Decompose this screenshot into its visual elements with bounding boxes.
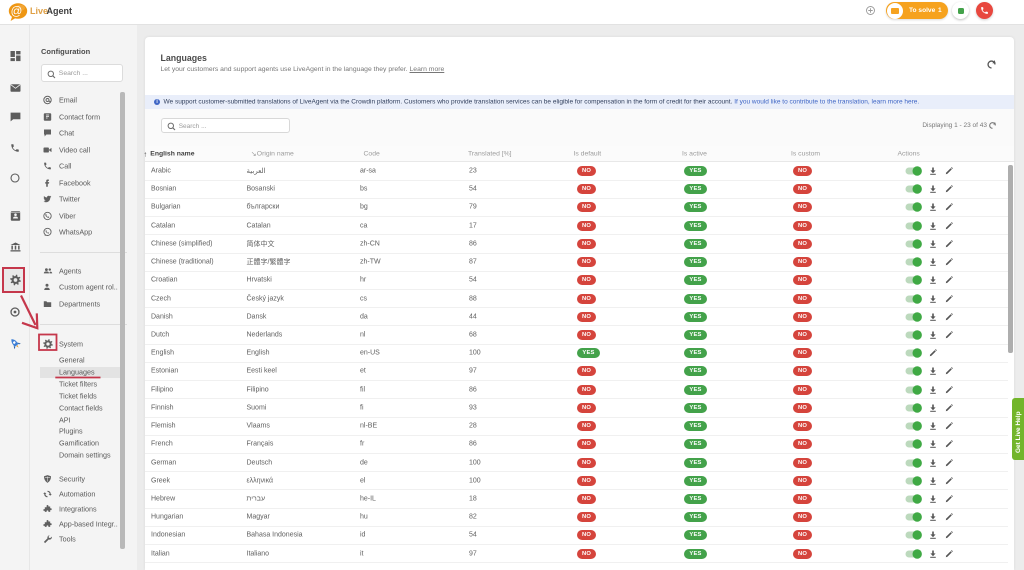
svg-text:@: @ bbox=[11, 6, 23, 18]
